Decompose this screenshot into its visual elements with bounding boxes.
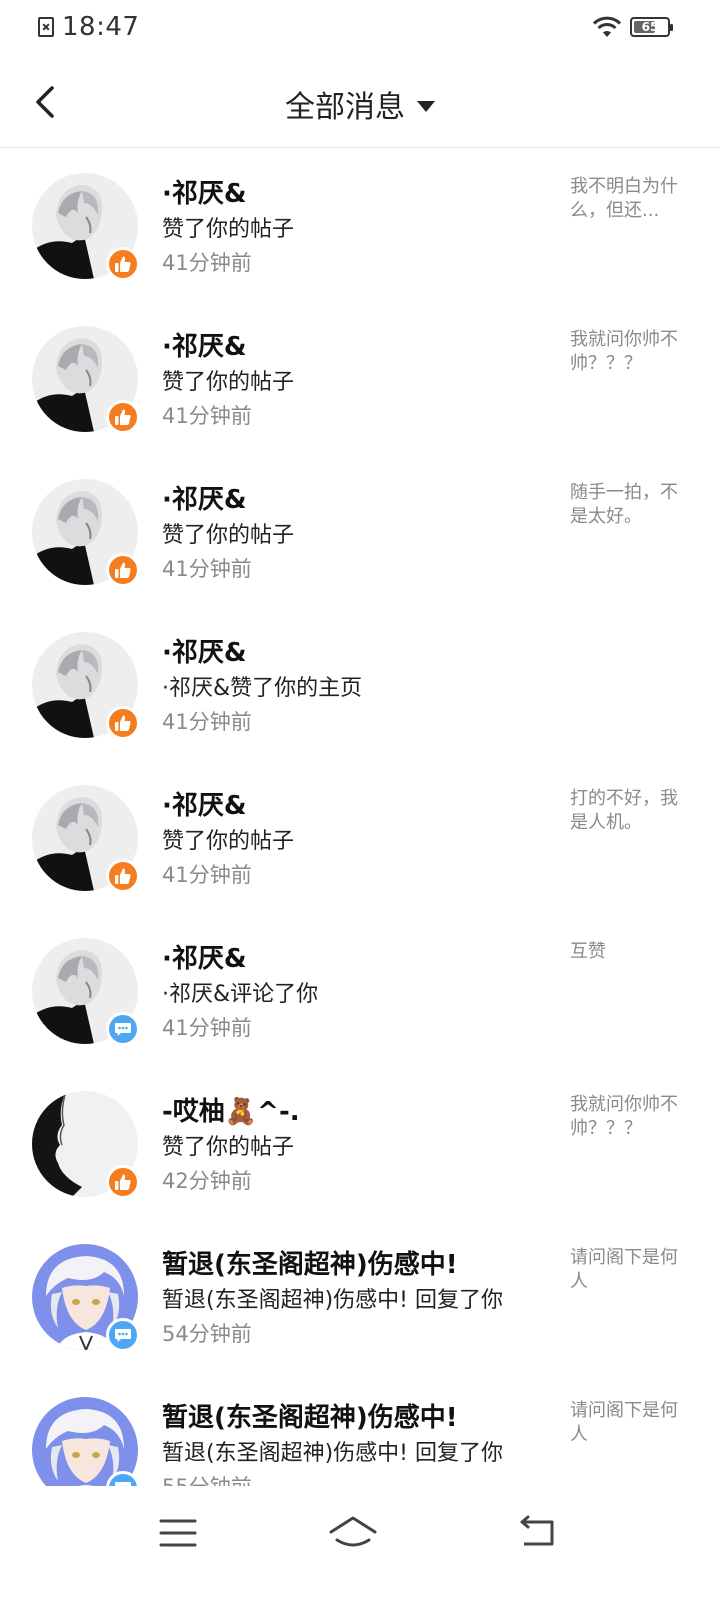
message-time: 41分钟前	[162, 404, 252, 428]
menu-icon	[159, 1519, 197, 1547]
like-badge	[106, 859, 140, 893]
post-preview[interactable]: 请问阁下是何人	[570, 1399, 680, 1447]
sender-nickname[interactable]: -哎柚🧸^-.	[162, 1091, 300, 1128]
message-action: ·祁厌&评论了你	[162, 982, 319, 1007]
message-item[interactable]: 暂退(东圣阁超神)伤感中! 暂退(东圣阁超神)伤感中! 回复了你 55分钟前 请问阁下…	[0, 1373, 720, 1486]
post-preview[interactable]: 我不明白为什么，但还...	[570, 175, 680, 223]
post-preview[interactable]: 我就问你帅不帅？？？	[570, 1093, 680, 1141]
sender-nickname[interactable]: ·祁厌&	[162, 326, 247, 363]
message-time: 54分钟前	[162, 1322, 252, 1346]
avatar-container[interactable]	[32, 173, 140, 281]
header: 全部消息	[0, 56, 720, 148]
message-item[interactable]: ·祁厌& 赞了你的帖子 41分钟前 打的不好，我是人机。	[0, 761, 720, 914]
like-badge	[106, 1165, 140, 1199]
menu-button[interactable]	[148, 1508, 208, 1558]
like-badge	[106, 706, 140, 740]
avatar-container[interactable]	[32, 785, 140, 893]
message-action: 赞了你的帖子	[162, 523, 295, 548]
avatar-container[interactable]	[32, 632, 140, 740]
sender-nickname[interactable]: ·祁厌&	[162, 173, 247, 210]
thumbs-up-icon	[115, 868, 131, 884]
message-item[interactable]: -哎柚🧸^-. 赞了你的帖子 42分钟前 我就问你帅不帅？？？	[0, 1067, 720, 1220]
message-item[interactable]: ·祁厌& ·祁厌&赞了你的主页 41分钟前	[0, 608, 720, 761]
message-time: 41分钟前	[162, 863, 252, 887]
back-nav-button[interactable]	[508, 1508, 568, 1558]
thumbs-up-icon	[115, 409, 131, 425]
sender-nickname[interactable]: ·祁厌&	[162, 938, 247, 975]
avatar-container[interactable]	[32, 326, 140, 434]
status-left: 18:47	[38, 12, 139, 42]
avatar-container[interactable]	[32, 479, 140, 587]
status-time: 18:47	[62, 12, 140, 42]
avatar-container[interactable]	[32, 938, 140, 1046]
like-badge	[106, 400, 140, 434]
post-preview[interactable]: 随手一拍，不是太好。	[570, 481, 680, 529]
message-item[interactable]: ·祁厌& 赞了你的帖子 41分钟前 我不明白为什么，但还...	[0, 149, 720, 302]
chat-bubble-icon	[115, 1482, 131, 1486]
home-button[interactable]	[323, 1508, 383, 1558]
post-preview[interactable]: 我就问你帅不帅？？？	[570, 328, 680, 376]
post-preview[interactable]: 打的不好，我是人机。	[570, 787, 680, 835]
message-item[interactable]: ·祁厌& 赞了你的帖子 41分钟前 随手一拍，不是太好。	[0, 455, 720, 608]
avatar-container[interactable]	[32, 1091, 140, 1199]
wifi-icon	[592, 16, 622, 37]
like-badge	[106, 553, 140, 587]
avatar-container[interactable]	[32, 1397, 140, 1486]
sim-error-icon	[38, 17, 54, 37]
like-badge	[106, 247, 140, 281]
sender-nickname[interactable]: 暂退(东圣阁超神)伤感中!	[162, 1244, 458, 1281]
thumbs-up-icon	[115, 1174, 131, 1190]
sender-nickname[interactable]: ·祁厌&	[162, 785, 247, 822]
status-right: 65	[592, 16, 673, 38]
page-title: 全部消息	[285, 90, 405, 125]
comment-badge	[106, 1012, 140, 1046]
home-icon	[329, 1516, 377, 1547]
message-action: 暂退(东圣阁超神)伤感中! 回复了你	[162, 1441, 503, 1466]
message-action: 暂退(东圣阁超神)伤感中! 回复了你	[162, 1288, 503, 1313]
caret-down-icon	[417, 100, 435, 112]
system-nav-bar	[0, 1486, 720, 1600]
sender-nickname[interactable]: ·祁厌&	[162, 632, 247, 669]
message-item[interactable]: ·祁厌& ·祁厌&评论了你 41分钟前 互赞	[0, 914, 720, 1067]
message-item[interactable]: ·祁厌& 赞了你的帖子 41分钟前 我就问你帅不帅？？？	[0, 302, 720, 455]
message-time: 41分钟前	[162, 710, 252, 734]
message-action: 赞了你的帖子	[162, 370, 295, 395]
message-time: 41分钟前	[162, 1016, 252, 1040]
message-item[interactable]: 暂退(东圣阁超神)伤感中! 暂退(东圣阁超神)伤感中! 回复了你 54分钟前 请问阁下…	[0, 1220, 720, 1373]
message-time: 42分钟前	[162, 1169, 252, 1193]
comment-badge	[106, 1318, 140, 1352]
chat-bubble-icon	[115, 1329, 131, 1342]
thumbs-up-icon	[115, 256, 131, 272]
message-action: 赞了你的帖子	[162, 217, 295, 242]
message-time: 41分钟前	[162, 251, 252, 275]
thumbs-up-icon	[115, 715, 131, 731]
avatar-container[interactable]	[32, 1244, 140, 1352]
message-action: ·祁厌&赞了你的主页	[162, 676, 363, 701]
battery-percent: 65	[641, 20, 659, 34]
sender-nickname[interactable]: ·祁厌&	[162, 479, 247, 516]
status-bar: 18:47 65	[0, 0, 720, 56]
post-preview[interactable]: 请问阁下是何人	[570, 1246, 680, 1294]
message-filter-dropdown[interactable]: 全部消息	[0, 82, 720, 126]
message-action: 赞了你的帖子	[162, 829, 295, 854]
message-time: 41分钟前	[162, 557, 252, 581]
message-list[interactable]: ·祁厌& 赞了你的帖子 41分钟前 我不明白为什么，但还... ·祁厌& 赞了你的帖子 41…	[0, 149, 720, 1486]
message-time: 55分钟前	[162, 1471, 252, 1486]
message-action: 赞了你的帖子	[162, 1135, 295, 1160]
post-preview[interactable]: 互赞	[570, 940, 680, 964]
sender-nickname[interactable]: 暂退(东圣阁超神)伤感中!	[162, 1397, 458, 1434]
chat-bubble-icon	[115, 1023, 131, 1036]
thumbs-up-icon	[115, 562, 131, 578]
battery-icon: 65	[630, 17, 673, 37]
back-icon	[520, 1515, 554, 1546]
